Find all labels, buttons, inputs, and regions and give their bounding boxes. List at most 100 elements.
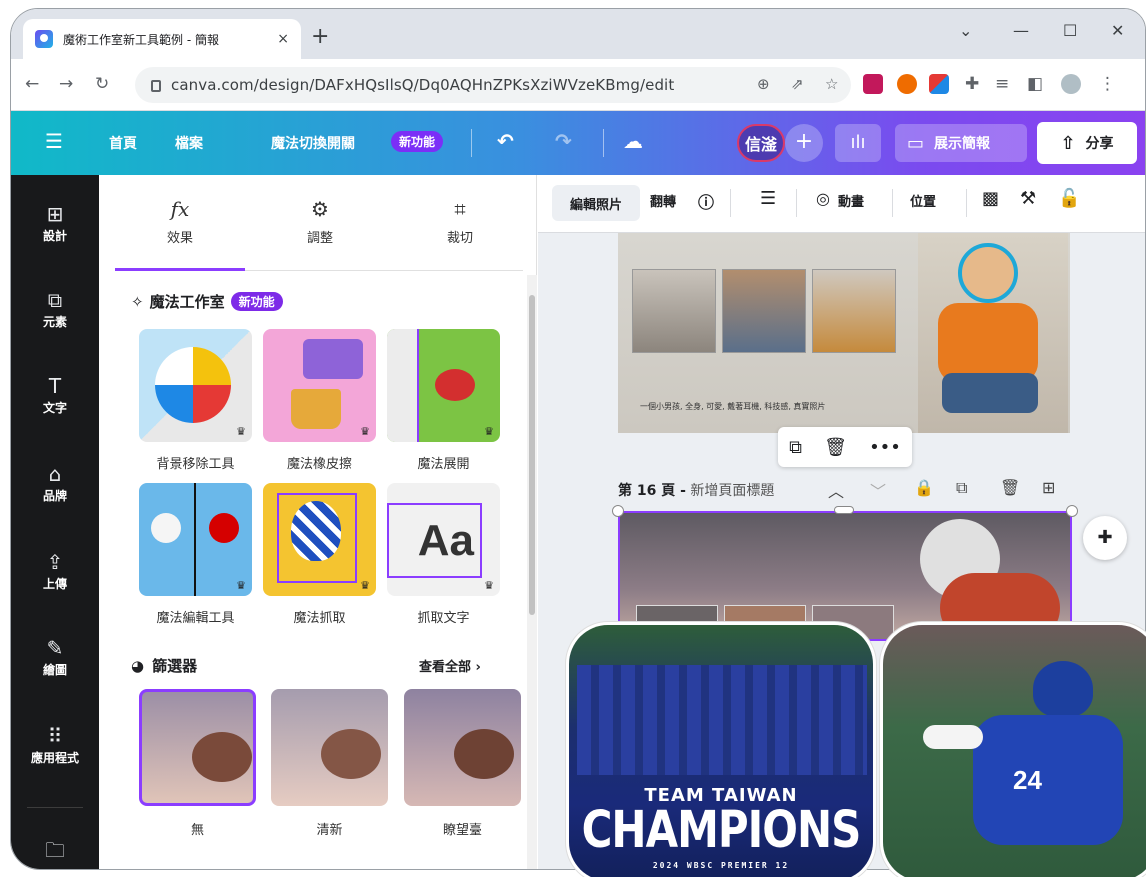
tab-strip: 魔術工作室新工具範例 - 簡報 × + ⌄ — ☐ ✕ [11,9,1145,59]
balloon-icon [291,501,341,561]
copy-style-icon[interactable]: ⚒ [1020,188,1036,209]
bookmark-star-icon[interactable]: ☆ [825,75,838,93]
browser-menu-icon[interactable]: ⋮ [1099,74,1116,94]
transparency-icon[interactable]: ▩ [982,188,999,209]
players-group [577,665,867,775]
see-all-link[interactable]: 查看全部 › [419,656,481,675]
rail-item-apps[interactable]: ⠿ 應用程式 [11,725,99,766]
animate-button[interactable]: 動畫 [838,191,864,210]
user-avatar[interactable]: 信滏 [737,124,785,162]
address-bar-row: ← → ↻ canva.com/design/DAFxHQsIlsQ/Dq0AQ… [11,59,1145,111]
home-link[interactable]: 首頁 [109,133,137,153]
rail-divider [27,807,83,808]
position-button[interactable]: 位置 [910,191,936,210]
rail-item-elements[interactable]: ⧉ 元素 [11,289,99,330]
tab-adjust[interactable]: ⚙ 調整 [255,197,385,246]
aa-text-sample: Aa [387,503,482,578]
border-style-icon[interactable]: ☰ [760,188,776,209]
hamburger-menu-icon[interactable]: ☰ [45,129,63,153]
move-down-icon[interactable]: ﹀ [870,478,886,502]
filter-none-tile[interactable] [139,689,256,806]
translate-extension-icon[interactable] [863,74,883,94]
share-label: 分享 [1085,136,1114,152]
rail-item-upload[interactable]: ⇪ 上傳 [11,551,99,592]
profile-avatar[interactable] [1061,74,1081,94]
trash-icon[interactable]: 🗑 [824,437,847,458]
tab-label: 效果 [166,231,193,246]
reload-icon[interactable]: ↻ [95,74,109,94]
add-comment-icon[interactable]: ✚ [1083,516,1127,560]
browser-tab[interactable]: 魔術工作室新工具範例 - 簡報 × [23,19,301,59]
back-icon[interactable]: ← [25,74,39,94]
tab-crop[interactable]: ⌗ 裁切 [395,197,525,246]
magic-edit-tile[interactable]: ♛ [139,483,252,596]
rail-label: 應用程式 [30,751,79,765]
filter-lookout-tile[interactable] [404,689,521,806]
magic-switch-menu[interactable]: 魔法切換開關 [271,133,355,153]
rail-item-text[interactable]: T 文字 [11,375,99,416]
tool-label: 魔法橡皮擦 [286,457,352,472]
duplicate-icon[interactable]: ⧉ [789,437,802,458]
resize-handle[interactable] [1066,505,1078,517]
grab-text-tile[interactable]: Aa ♛ [387,483,500,596]
rail-item-folder[interactable]: 🗀 [11,839,99,861]
jacket-shape [938,303,1038,383]
flip-button[interactable]: 翻轉 [650,191,676,210]
tab-close-icon[interactable]: × [277,31,289,47]
tab-effects[interactable]: fx 效果 [115,197,245,246]
minimize-icon[interactable]: — [1013,21,1029,40]
side-panel-icon[interactable]: ◧ [1027,74,1043,94]
reading-list-icon[interactable]: ≡ [995,74,1009,94]
forward-icon[interactable]: → [59,74,73,94]
present-button[interactable]: ▭ 展示簡報 [895,124,1027,162]
insights-chart-icon[interactable]: ılı [835,124,881,162]
rail-item-design[interactable]: ⊞ 設計 [11,203,99,244]
duplicate-page-icon[interactable]: ⧉ [956,478,967,498]
invite-plus-button[interactable]: + [785,124,823,162]
tab-label: 調整 [306,231,333,246]
filter-fresh-tile[interactable] [271,689,388,806]
bg-remover-tile[interactable]: ♛ [139,329,252,442]
edit-photo-button[interactable]: 編輯照片 [552,185,640,221]
extension-flame-icon[interactable] [897,74,917,94]
magic-grab-tile[interactable]: ♛ [263,483,376,596]
lock-page-icon[interactable]: 🔒 [914,478,934,497]
maximize-icon[interactable]: ☐ [1063,21,1077,40]
toolbar-divider [892,189,893,217]
lock-icon [151,80,161,92]
file-menu[interactable]: 檔案 [175,133,203,153]
share-button[interactable]: ⇧ 分享 [1037,122,1137,164]
sparkle-icon: ✧ [131,292,144,311]
undo-icon[interactable]: ↶ [497,129,514,153]
slide-page-15[interactable]: 一個小男孩, 全身, 可愛, 戴著耳機, 科技感, 真實照片 [618,233,1070,433]
close-window-icon[interactable]: ✕ [1111,21,1124,40]
magic-expand-tile[interactable]: ♛ [387,329,500,442]
move-up-icon[interactable]: ︿ [828,478,844,502]
omnibox[interactable]: canva.com/design/DAFxHQsIlsQ/Dq0AQHnZPKs… [135,67,851,103]
new-tab-button[interactable]: + [311,26,329,48]
tab-search-chevron-icon[interactable]: ⌄ [959,21,972,40]
cloud-saved-icon[interactable]: ☁ [623,129,643,153]
zoom-icon[interactable]: ⊕ [757,75,770,93]
rail-item-brand[interactable]: ⌂ 品牌 [11,463,99,504]
magic-eraser-tile[interactable]: ♛ [263,329,376,442]
lock-icon[interactable]: 🔓 [1058,188,1080,209]
info-icon[interactable]: ⓘ [698,189,714,213]
extension-grid-icon[interactable] [929,74,949,94]
share-page-icon[interactable]: ⇗ [791,75,804,93]
toolbar-divider [796,189,797,217]
panel-scroll-thumb[interactable] [529,295,535,615]
event-subtitle: 2024 WBSC PREMIER 12 [652,861,790,870]
more-icon[interactable]: ••• [869,437,901,458]
extensions-puzzle-icon[interactable]: ✚ [965,74,979,94]
champions-title: CHAMPIONS [581,800,862,859]
rail-item-draw[interactable]: ✎ 繪圖 [11,637,99,678]
resize-handle[interactable] [834,506,854,514]
add-page-icon[interactable]: ⊞ [1042,478,1055,497]
resize-handle[interactable] [612,505,624,517]
page16-title[interactable]: 新增頁面標題 [690,483,774,499]
redo-icon[interactable]: ↷ [555,129,572,153]
delete-page-icon[interactable]: 🗑 [1000,478,1020,497]
animate-icon[interactable]: ◎ [816,189,830,208]
page16-number: 第 16 頁 - [618,483,686,499]
